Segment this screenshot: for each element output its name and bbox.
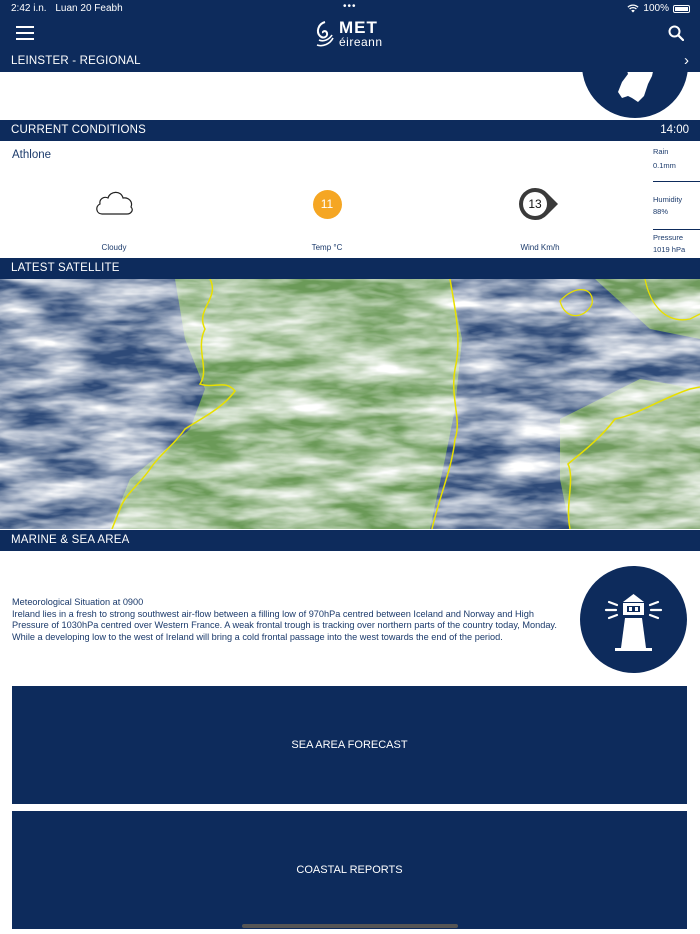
- temperature-badge: 11: [312, 190, 342, 219]
- meteorological-situation: Meteorological Situation at 0900 Ireland…: [12, 597, 567, 643]
- satellite-map-graphic: [0, 279, 700, 529]
- side-divider: [653, 181, 700, 182]
- status-bar: 2:42 i.n. Luan 20 Feabh ••• 100%: [0, 0, 700, 16]
- lighthouse-badge: [580, 566, 687, 673]
- met-eireann-logo: MET éireann: [315, 18, 383, 49]
- temperature-column: 11 Temp °C: [287, 187, 367, 252]
- current-conditions-panel[interactable]: Athlone Cloudy 11 Temp °C 13 Wind Km/h R…: [0, 141, 700, 257]
- weather-column: Cloudy: [74, 187, 154, 252]
- home-indicator[interactable]: [242, 924, 458, 928]
- menu-icon[interactable]: [16, 26, 34, 40]
- cloud-icon: [96, 191, 133, 215]
- battery-icon: [673, 4, 690, 13]
- regional-title: LEINSTER - REGIONAL: [11, 55, 141, 67]
- coastal-reports-button[interactable]: COASTAL REPORTS: [12, 811, 687, 929]
- ireland-map-icon: [618, 72, 653, 102]
- multitask-dots-icon[interactable]: •••: [343, 1, 357, 12]
- side-divider: [653, 229, 700, 230]
- weather-label: Cloudy: [101, 243, 127, 252]
- situation-heading: Meteorological Situation at 0900: [12, 597, 144, 607]
- pressure-value: 1019 hPa: [653, 245, 686, 254]
- humidity-value: 88%: [653, 207, 669, 216]
- location-name: Athlone: [12, 149, 52, 161]
- regional-header[interactable]: LEINSTER - REGIONAL ›: [0, 51, 700, 72]
- current-conditions-title: CURRENT CONDITIONS: [11, 124, 147, 136]
- nav-bar: MET éireann: [0, 16, 700, 51]
- regional-map-strip[interactable]: [0, 72, 700, 120]
- battery-percent: 100%: [643, 3, 669, 14]
- logo-text-eireann: éireann: [339, 35, 383, 49]
- logo-text-met: MET: [339, 18, 378, 37]
- marine-panel: Meteorological Situation at 0900 Ireland…: [0, 551, 700, 934]
- rain-value: 0.1mm: [653, 161, 676, 170]
- wind-label: Wind Km/h: [520, 243, 560, 252]
- side-stats: Rain 0.1mm Humidity 88% Pressure 1019 hPa: [653, 141, 700, 257]
- wind-speed-value: 13: [528, 197, 542, 211]
- current-conditions-header: CURRENT CONDITIONS 14:00: [0, 120, 700, 141]
- marine-title: MARINE & SEA AREA: [11, 534, 130, 546]
- chevron-right-icon[interactable]: ›: [684, 52, 689, 69]
- satellite-image[interactable]: [0, 279, 700, 529]
- satellite-title: LATEST SATELLITE: [11, 262, 120, 274]
- search-icon[interactable]: [668, 25, 684, 41]
- wifi-icon: [627, 4, 639, 13]
- marine-header: MARINE & SEA AREA: [0, 530, 700, 551]
- status-time: 2:42 i.n. Luan 20 Feabh: [11, 3, 123, 14]
- sea-area-forecast-button[interactable]: SEA AREA FORECAST: [12, 686, 687, 804]
- satellite-header: LATEST SATELLITE: [0, 258, 700, 279]
- rain-label: Rain: [653, 147, 669, 156]
- pressure-label: Pressure: [653, 233, 684, 242]
- lighthouse-icon: [604, 594, 663, 651]
- observation-time: 14:00: [660, 124, 689, 136]
- wind-column: 13 Wind Km/h: [500, 187, 580, 252]
- humidity-label: Humidity: [653, 195, 683, 204]
- temperature-label: Temp °C: [311, 243, 343, 252]
- situation-text: Ireland lies in a fresh to strong southw…: [12, 608, 557, 642]
- logo-swirl-icon: [316, 20, 334, 46]
- regional-map-thumbnail[interactable]: [582, 72, 688, 118]
